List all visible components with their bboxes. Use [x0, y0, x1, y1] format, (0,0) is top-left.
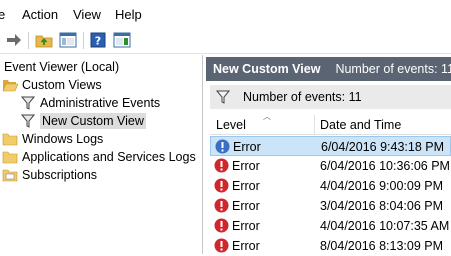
- event-datetime: 4/04/2016 9:00:09 PM: [320, 179, 444, 193]
- menu-action[interactable]: Action: [22, 7, 58, 23]
- view-title: New Custom View: [213, 62, 321, 76]
- view-header: New Custom View Number of events: 11: [206, 57, 451, 81]
- events-pane: New Custom View Number of events: 11 Num…: [206, 55, 451, 254]
- event-level: Error: [232, 159, 260, 173]
- tree-item-custom-views[interactable]: Custom Views: [2, 76, 102, 94]
- tree-item-new-custom-view[interactable]: New Custom View: [20, 112, 146, 130]
- view-event-count: Number of events: 11: [335, 62, 451, 76]
- filter-bar: Number of events: 11: [210, 85, 451, 109]
- event-datetime: 3/04/2016 8:04:06 PM: [320, 199, 444, 213]
- menu-view[interactable]: View: [73, 7, 101, 23]
- help-icon[interactable]: ?: [88, 30, 108, 50]
- tree-item-label: Windows Logs: [22, 132, 104, 146]
- tree-item-label: New Custom View: [40, 113, 146, 129]
- toolbar-separator: [83, 32, 84, 49]
- tree-item-label: Custom Views: [22, 78, 102, 92]
- error-icon: [214, 178, 229, 193]
- filter-icon[interactable]: [216, 90, 230, 104]
- toolbar: ?: [0, 28, 451, 54]
- tree-item-subscriptions[interactable]: Subscriptions: [2, 166, 97, 184]
- tree-root-event-viewer[interactable]: Event Viewer (Local): [4, 58, 119, 76]
- events-list: Error 6/04/2016 9:43:18 PM Error 6/04/2016 …: [210, 136, 451, 256]
- folder-icon: [2, 131, 18, 147]
- table-row[interactable]: Error 4/04/2016 10:07:35 AM: [210, 216, 451, 236]
- show-hide-tree-icon[interactable]: [58, 30, 78, 50]
- event-datetime: 6/04/2016 9:43:18 PM: [321, 140, 445, 154]
- folder-open-icon: [2, 77, 18, 93]
- sort-arrow-icon: ︿: [263, 112, 271, 121]
- column-separator[interactable]: [314, 115, 315, 135]
- table-row[interactable]: Error 6/04/2016 9:43:18 PM: [210, 136, 451, 156]
- event-level: Error: [232, 179, 260, 193]
- tree-item-windows-logs[interactable]: Windows Logs: [2, 130, 103, 148]
- error-icon: [214, 218, 229, 233]
- tree-item-administrative-events[interactable]: Administrative Events: [20, 94, 160, 112]
- table-row[interactable]: Error 6/04/2016 10:36:06 PM: [210, 156, 451, 176]
- event-level: Error: [233, 140, 261, 154]
- tree-item-label: Subscriptions: [22, 168, 98, 182]
- error-icon: [215, 139, 230, 154]
- svg-text:?: ?: [95, 35, 101, 48]
- action-pane-icon[interactable]: [112, 30, 132, 50]
- filter-icon: [20, 95, 36, 111]
- filter-event-count: Number of events: 11: [243, 90, 362, 104]
- event-datetime: 8/04/2016 8:13:09 PM: [320, 239, 444, 253]
- event-level: Error: [232, 199, 260, 213]
- error-icon: [214, 238, 229, 253]
- column-level[interactable]: Level: [216, 118, 246, 132]
- event-level: Error: [232, 219, 260, 233]
- table-row[interactable]: Error 8/04/2016 8:13:09 PM: [210, 236, 451, 256]
- table-row[interactable]: Error 4/04/2016 9:00:09 PM: [210, 176, 451, 196]
- error-icon: [214, 158, 229, 173]
- tree-item-label: Administrative Events: [40, 96, 161, 110]
- up-folder-icon[interactable]: [34, 30, 54, 50]
- toolbar-separator: [28, 32, 29, 49]
- event-level: Error: [232, 239, 260, 253]
- subscriptions-icon: [2, 167, 18, 183]
- tree-item-applications-services-logs[interactable]: Applications and Services Logs: [2, 148, 196, 166]
- error-icon: [214, 198, 229, 213]
- forward-arrow-icon[interactable]: [4, 30, 24, 50]
- column-date-time[interactable]: Date and Time: [320, 118, 401, 132]
- menu-file[interactable]: e: [0, 7, 5, 23]
- table-row[interactable]: Error 3/04/2016 8:04:06 PM: [210, 196, 451, 216]
- column-header: Level ︿ Date and Time: [210, 112, 451, 135]
- folder-icon: [2, 149, 18, 165]
- tree-root-label: Event Viewer (Local): [4, 60, 120, 74]
- navigation-tree: Event Viewer (Local) Custom Views Admini…: [0, 55, 203, 254]
- filter-icon: [20, 113, 36, 129]
- event-datetime: 4/04/2016 10:07:35 AM: [320, 219, 450, 233]
- menu-help[interactable]: Help: [115, 7, 142, 23]
- event-datetime: 6/04/2016 10:36:06 PM: [320, 159, 450, 173]
- menu-bar: e Action View Help: [0, 0, 451, 28]
- tree-item-label: Applications and Services Logs: [22, 150, 196, 164]
